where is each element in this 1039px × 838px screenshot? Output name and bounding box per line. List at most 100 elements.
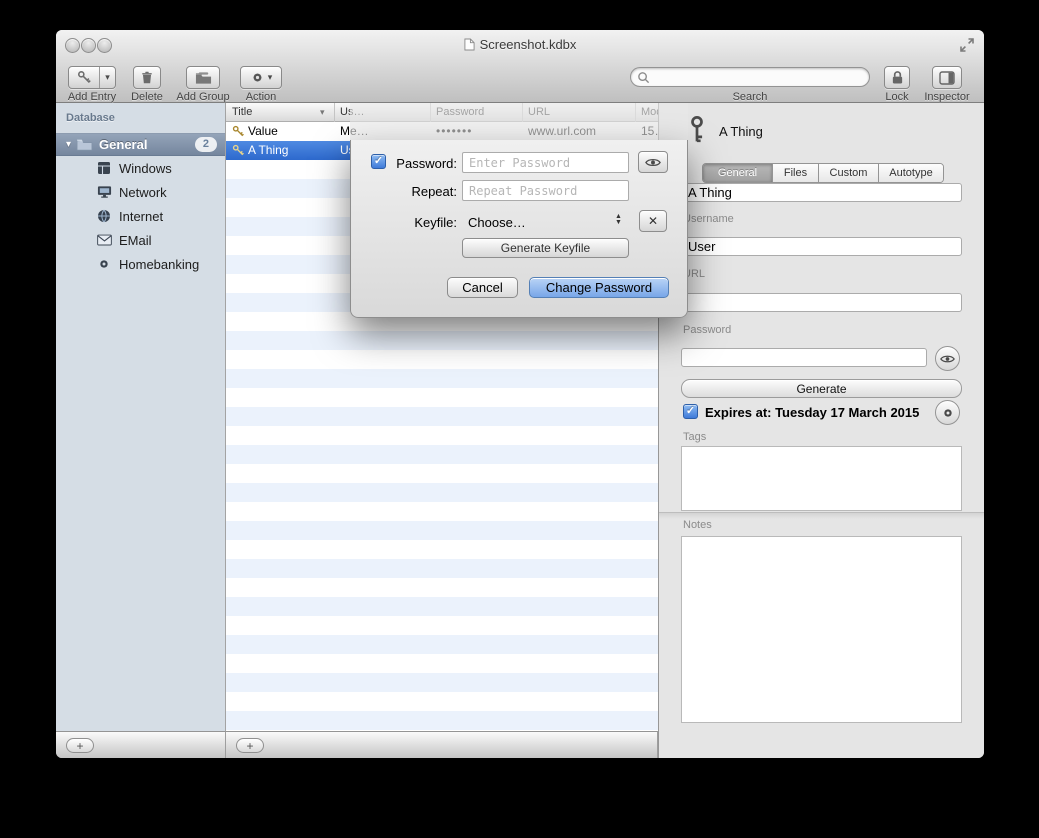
entry-key-icon [685,115,709,145]
title-field[interactable] [681,183,962,202]
email-envelope-icon [96,232,112,248]
tags-label: Tags [683,431,706,443]
inspector-panel: A Thing General Files Custom Autotype Us… [658,103,984,758]
eye-icon [645,157,661,168]
key-icon [232,144,245,157]
show-password-button[interactable] [935,346,960,371]
tab-autotype[interactable]: Autotype [879,164,943,182]
sidebar-item-windows[interactable]: Windows [56,156,225,180]
action-label: Action [231,91,291,103]
database-section-header: Database [66,112,115,124]
repeat-label: Repeat: [351,184,457,199]
username-field[interactable] [681,237,962,256]
tab-custom[interactable]: Custom [819,164,879,182]
internet-globe-icon [96,208,112,224]
add-entry-button[interactable]: ▾ [68,66,116,89]
stepper-down-icon: ▼ [615,220,622,226]
password-label: Password [683,324,731,336]
sidebar-item-label: Internet [119,209,163,224]
sidebar-item-network[interactable]: Network [56,180,225,204]
window-title: Screenshot.kdbx [480,37,577,52]
username-label: Username [683,213,734,225]
sidebar-item-label: Homebanking [119,257,199,272]
delete-button[interactable] [133,66,161,89]
fullscreen-icon[interactable] [960,38,974,52]
document-icon [464,38,475,51]
sort-indicator-icon: ▾ [320,103,325,121]
search-label: Search [720,91,780,103]
column-header-title[interactable]: Title [232,103,252,121]
notes-box[interactable] [681,536,962,723]
show-password-button[interactable] [638,151,668,173]
chevron-down-icon[interactable]: ▾ [100,73,115,82]
key-icon [232,125,245,138]
generate-password-button[interactable]: Generate [681,379,962,398]
inspector-panel-icon [939,71,955,85]
expires-checkbox[interactable]: ✓ [683,404,698,419]
inspector-button[interactable] [932,66,962,89]
keyfile-label: Keyfile: [351,215,457,230]
sidebar-item-email[interactable]: EMail [56,228,225,252]
trash-icon [140,70,154,85]
windows-icon [96,160,112,176]
key-icon [69,70,99,85]
action-button[interactable]: ▾ [240,66,282,89]
sidebar-item-label: EMail [119,233,152,248]
url-field[interactable] [681,293,962,312]
popup-stepper-icon[interactable]: ▲ ▼ [615,214,622,225]
disclosure-triangle-icon[interactable]: ▾ [66,139,71,150]
gear-icon [941,406,955,420]
cancel-button[interactable]: Cancel [447,277,518,298]
sidebar-item-label: Network [119,185,167,200]
desktop: Screenshot.kdbx ▾ Add Entry Delete Add [0,0,1039,838]
column-divider[interactable] [334,103,335,122]
add-group-plus-button[interactable]: + [66,738,94,753]
sidebar-item-label: Windows [119,161,172,176]
eye-icon [940,354,955,364]
inspector-tabs: General Files Custom Autotype [702,163,944,183]
change-password-sheet: ✓ Password: Repeat: Keyfile: Choose… ▲ ▼… [350,140,688,318]
titlebar: Screenshot.kdbx [56,37,984,52]
inspector-label: Inspector [917,91,977,103]
delete-label: Delete [117,91,177,103]
homebanking-gear-icon [96,256,112,272]
sidebar-item-internet[interactable]: Internet [56,204,225,228]
tags-box[interactable] [681,446,962,511]
new-password-input[interactable] [462,152,629,173]
close-icon: ✕ [648,214,658,228]
sidebar-bottom-bar: + [56,731,226,758]
lock-icon [891,70,904,85]
password-label: Password: [351,156,457,171]
group-count-badge: 2 [195,137,217,152]
lock-button[interactable] [884,66,910,89]
app-window: Screenshot.kdbx ▾ Add Entry Delete Add [56,30,984,758]
group-label: General [99,137,195,152]
entry-list-bottom-bar: + [226,731,658,758]
folder-icon [76,138,93,151]
add-entry-plus-button[interactable]: + [236,738,264,753]
sidebar-item-homebanking[interactable]: Homebanking [56,252,225,276]
sidebar-group-general[interactable]: ▾ General 2 [56,133,225,156]
password-field[interactable] [681,348,927,367]
search-icon [637,71,650,84]
generate-keyfile-button[interactable]: Generate Keyfile [462,238,629,258]
search-field[interactable] [630,67,870,87]
repeat-password-input[interactable] [462,180,629,201]
clear-keyfile-button[interactable]: ✕ [639,210,667,232]
network-icon [96,184,112,200]
change-password-button[interactable]: Change Password [529,277,669,298]
expires-label: Expires at: Tuesday 17 March 2015 [705,405,919,420]
inspector-entry-title: A Thing [719,124,763,139]
tab-files[interactable]: Files [773,164,819,182]
chevron-down-icon: ▾ [268,73,273,82]
cell-title: A Thing [248,141,288,160]
search-input[interactable] [654,69,863,85]
add-group-button[interactable] [186,66,220,89]
expires-options-button[interactable] [935,400,960,425]
check-icon: ✓ [686,406,695,417]
cell-title: Value [248,122,278,141]
keyfile-popup[interactable]: Choose… [468,215,526,230]
tab-general[interactable]: General [703,164,773,182]
sheet-dim-overlay [350,103,688,140]
inspector-section-divider [659,512,984,519]
